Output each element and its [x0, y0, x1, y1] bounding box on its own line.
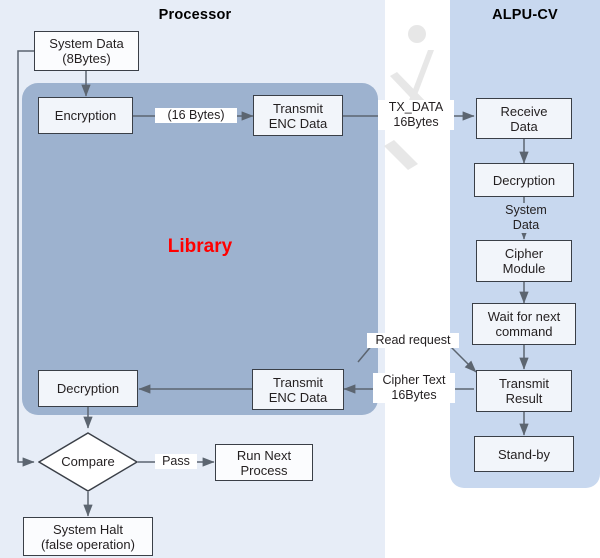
watermark-logo-icon	[372, 6, 462, 186]
panel-title-processor: Processor	[158, 7, 232, 23]
node-run-next-process[interactable]: Run Next Process	[215, 444, 313, 481]
diagram-canvas: Library Processor ALPU-CV System Data (8…	[0, 0, 600, 558]
node-decryption-alpu[interactable]: Decryption	[474, 163, 574, 197]
node-cipher-module[interactable]: Cipher Module	[476, 240, 572, 282]
node-standby[interactable]: Stand-by	[474, 436, 574, 472]
node-system-halt[interactable]: System Halt (false operation)	[23, 517, 153, 556]
edge-label-16-bytes: (16 Bytes)	[155, 108, 237, 123]
edge-label-cipher-text: Cipher Text 16Bytes	[373, 373, 455, 403]
node-encryption[interactable]: Encryption	[38, 97, 133, 134]
node-decryption-processor[interactable]: Decryption	[38, 370, 138, 407]
node-compare-label: Compare	[61, 454, 115, 469]
node-transmit-enc-data-top[interactable]: Transmit ENC Data	[253, 95, 343, 136]
node-system-data[interactable]: System Data (8Bytes)	[34, 31, 139, 71]
node-transmit-enc-data-bottom[interactable]: Transmit ENC Data	[252, 369, 344, 410]
edge-label-pass: Pass	[155, 454, 197, 469]
edge-label-read-request: Read request	[367, 333, 459, 348]
library-label: Library	[167, 236, 233, 257]
edge-label-tx-data: TX_DATA 16Bytes	[378, 100, 454, 130]
panel-title-alpu-cv: ALPU-CV	[492, 7, 558, 23]
node-compare[interactable]: Compare	[37, 432, 139, 492]
node-transmit-result[interactable]: Transmit Result	[476, 370, 572, 412]
node-wait-for-next-command[interactable]: Wait for next command	[472, 303, 576, 345]
node-receive-data[interactable]: Receive Data	[476, 98, 572, 139]
edge-label-system-data: System Data	[489, 203, 563, 233]
